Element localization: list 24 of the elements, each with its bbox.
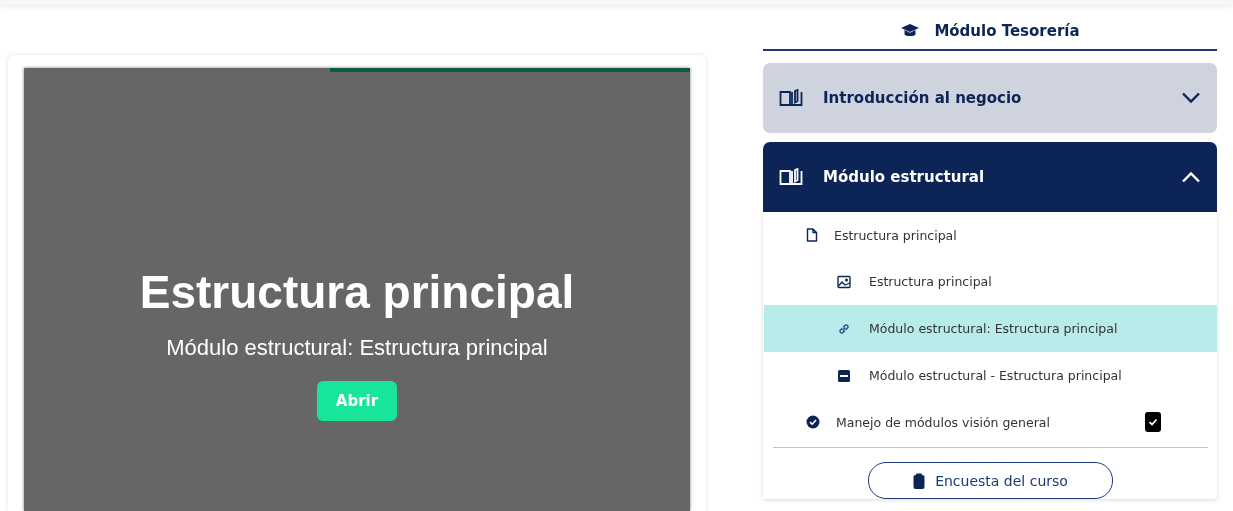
- slide-title: Estructura principal: [139, 265, 575, 319]
- module-header[interactable]: Introducción al negocio: [763, 63, 1217, 133]
- book-icon: [779, 89, 803, 107]
- graduation-cap-icon: [900, 23, 921, 39]
- document-icon: [806, 228, 818, 242]
- lesson-item[interactable]: Módulo estructural: Estructura principal: [764, 305, 1217, 352]
- lesson-item[interactable]: Estructura principal: [764, 212, 1217, 258]
- check-circle-icon: [806, 415, 820, 429]
- lesson-item[interactable]: Manejo de módulos visión general: [764, 399, 1217, 445]
- lesson-item[interactable]: Módulo estructural - Estructura principal: [764, 352, 1217, 399]
- pdf-file-icon: [837, 368, 851, 383]
- chevron-up-icon[interactable]: [1181, 171, 1201, 183]
- check-icon: [1148, 417, 1158, 427]
- checkbox[interactable]: [1145, 412, 1161, 432]
- course-title: Módulo Tesorería: [934, 22, 1080, 40]
- chevron-down-icon[interactable]: [1181, 92, 1201, 104]
- clipboard-icon: [913, 472, 926, 489]
- lesson-item[interactable]: Estructura principal: [764, 258, 1217, 305]
- book-icon: [779, 168, 803, 186]
- survey-button[interactable]: Encuesta del curso: [868, 462, 1113, 499]
- image-icon: [837, 274, 851, 289]
- module-header[interactable]: Módulo estructural: [763, 142, 1217, 212]
- link-icon: [837, 321, 851, 336]
- slide-subtitle: Módulo estructural: Estructura principal: [166, 335, 548, 361]
